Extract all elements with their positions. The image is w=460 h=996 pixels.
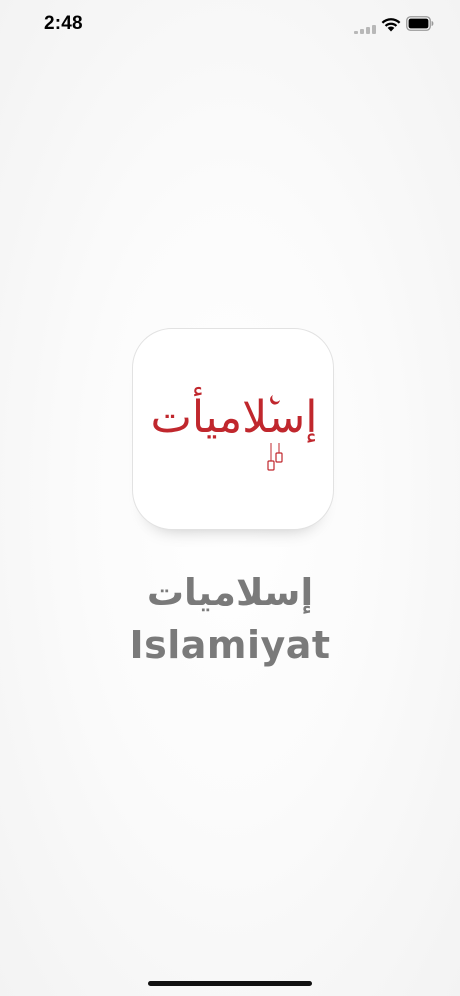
app-icon: إسلاميأت <box>132 328 334 530</box>
wifi-icon <box>381 18 401 32</box>
home-indicator[interactable] <box>148 981 312 986</box>
cellular-signal-icon <box>354 24 376 34</box>
status-time: 2:48 <box>44 13 83 34</box>
lantern-icon <box>267 395 283 471</box>
status-bar: 2:48 <box>0 0 460 52</box>
app-logo: إسلاميأت <box>149 389 319 479</box>
app-name-arabic: إسلاميات <box>146 571 314 614</box>
battery-icon <box>406 16 434 31</box>
app-name-english: Islamiyat <box>129 623 331 667</box>
